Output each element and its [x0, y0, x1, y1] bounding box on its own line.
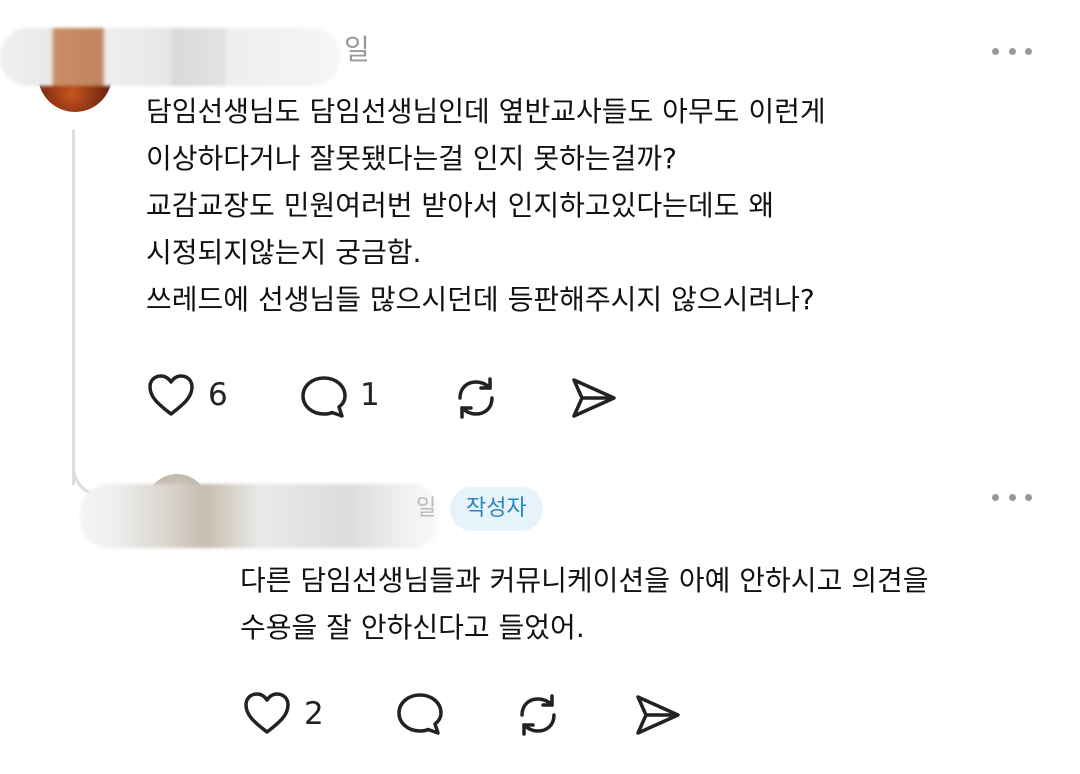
reply-text-line: 다른 담임선생님들과 커뮤니케이션을 아예 안하시고 의견을 — [240, 564, 929, 597]
reply-body: 다른 담임선생님들과 커뮤니케이션을 아예 안하시고 의견을 수용을 잘 안하신… — [240, 557, 1060, 651]
repost-icon — [458, 377, 494, 419]
like-button[interactable] — [146, 372, 200, 422]
like-count: 2 — [304, 696, 324, 732]
more-dots-icon[interactable] — [992, 490, 1032, 504]
post-text-line: 이상하다거나 잘못됐다는걸 인지 못하는걸까? — [146, 142, 678, 175]
post-timestamp: 일 — [344, 33, 370, 66]
username-redacted — [80, 484, 440, 548]
like-button[interactable] — [242, 690, 296, 740]
repost-button[interactable] — [450, 372, 502, 424]
username-redacted — [0, 28, 340, 86]
send-icon — [572, 378, 616, 418]
author-badge: 작성자 — [450, 487, 543, 531]
post-body: 담임선생님도 담임선생님인데 옆반교사들도 아무도 이런게 이상하다거나 잘못됐… — [146, 88, 1046, 323]
comment-icon — [397, 693, 443, 735]
post-text-line: 담임선생님도 담임선생님인데 옆반교사들도 아무도 이런게 — [146, 95, 826, 128]
repost-icon — [520, 694, 556, 736]
share-button[interactable] — [632, 691, 684, 741]
like-count: 6 — [208, 377, 228, 413]
thread-line — [72, 130, 75, 485]
post-text-line: 쓰레드에 선생님들 많으시던데 등판해주시지 않으시려나? — [146, 283, 815, 316]
repost-button[interactable] — [512, 689, 564, 741]
send-icon — [636, 695, 680, 735]
comment-icon — [301, 376, 347, 418]
heart-icon — [244, 692, 290, 734]
reply-text-line: 수용을 잘 안하신다고 들었어. — [240, 611, 585, 644]
reply-button[interactable] — [394, 690, 446, 740]
reply-count: 1 — [360, 377, 380, 413]
reply-button[interactable] — [298, 373, 350, 423]
post-text-line: 교감교장도 민원여러번 받아서 인지하고있다는데도 왜 — [146, 189, 775, 222]
heart-icon — [148, 374, 194, 416]
more-dots-icon[interactable] — [992, 44, 1032, 58]
share-button[interactable] — [568, 374, 620, 424]
reply-timestamp: 일 — [416, 496, 437, 521]
post-text-line: 시정되지않는지 궁금함. — [146, 236, 422, 269]
